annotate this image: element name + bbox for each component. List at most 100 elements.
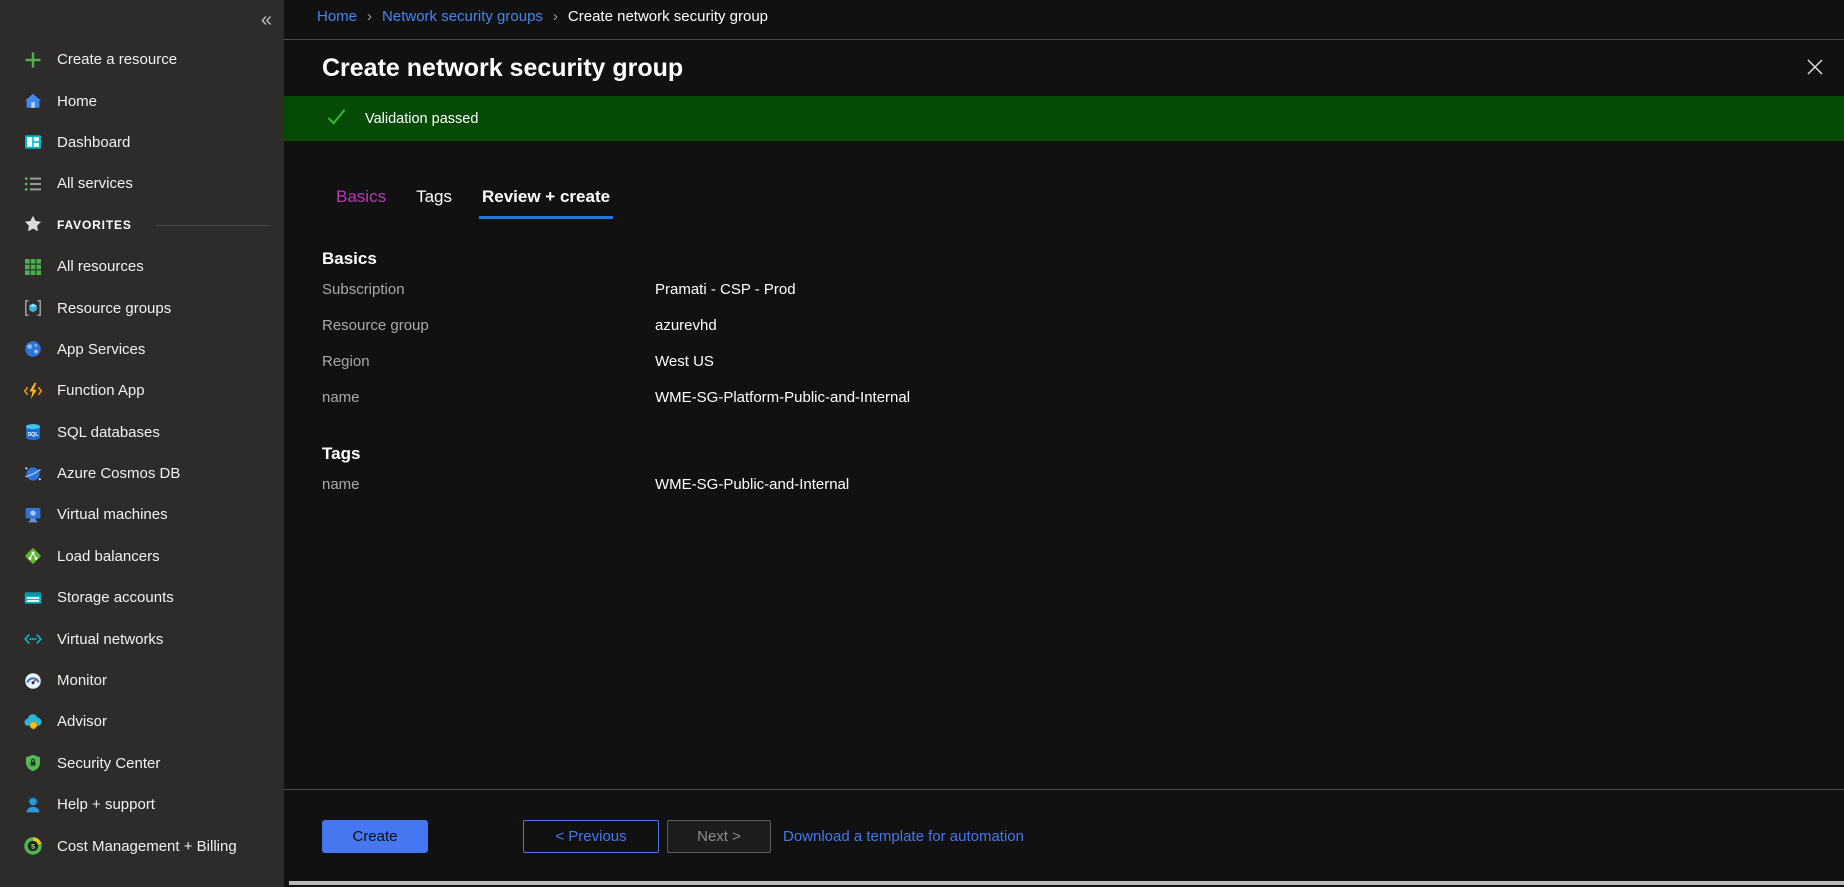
plus-icon (23, 50, 43, 70)
row-value: West US (655, 353, 714, 370)
sidebar-item-label: Resource groups (57, 300, 171, 317)
sidebar-item-label: Dashboard (57, 134, 130, 151)
sidebar-item-label: App Services (57, 341, 145, 358)
sidebar-collapse-button[interactable]: « (257, 8, 276, 32)
validation-message: Validation passed (365, 111, 478, 127)
sidebar-item-all-services[interactable]: All services (0, 163, 284, 204)
tags-section-heading: Tags (322, 441, 1804, 466)
create-button[interactable]: Create (322, 820, 428, 853)
previous-button[interactable]: < Previous (523, 820, 659, 853)
review-row-subscription: Subscription Pramati - CSP - Prod (322, 271, 1804, 307)
sidebar-item-label: All resources (57, 258, 144, 275)
sidebar-item-label: Storage accounts (57, 589, 174, 606)
home-icon (23, 91, 43, 111)
tab-tags[interactable]: Tags (413, 187, 455, 219)
row-label: name (322, 476, 655, 493)
load-balancer-icon (23, 546, 43, 566)
sidebar-item-cost-management-billing[interactable]: $ Cost Management + Billing (0, 825, 284, 866)
sidebar-nav: Create a resource Home Dashboard All ser… (0, 39, 284, 867)
app-services-icon (23, 339, 43, 359)
storage-icon (23, 588, 43, 608)
sidebar-item-label: Help + support (57, 796, 155, 813)
virtual-network-icon (23, 629, 43, 649)
sidebar-item-azure-cosmos-db[interactable]: Azure Cosmos DB (0, 453, 284, 494)
sidebar-item-label: Home (57, 93, 97, 110)
sidebar-item-label: Security Center (57, 755, 160, 772)
tab-review-create[interactable]: Review + create (479, 187, 613, 219)
tab-basics[interactable]: Basics (333, 187, 389, 219)
sql-database-icon: SQL (23, 422, 43, 442)
review-summary: Basics Subscription Pramati - CSP - Prod… (322, 246, 1804, 502)
page-title: Create network security group (322, 54, 683, 83)
advisor-icon (23, 712, 43, 732)
virtual-machine-icon (23, 505, 43, 525)
list-icon (23, 174, 43, 194)
sidebar-item-load-balancers[interactable]: Load balancers (0, 536, 284, 577)
sidebar-item-all-resources[interactable]: All resources (0, 246, 284, 287)
help-support-icon (23, 795, 43, 815)
sidebar-item-sql-databases[interactable]: SQL SQL databases (0, 412, 284, 453)
next-button[interactable]: Next > (667, 820, 771, 853)
footer: Create < Previous Next > Download a temp… (284, 789, 1844, 882)
review-row-name: name WME-SG-Platform-Public-and-Internal (322, 379, 1804, 415)
sidebar-item-advisor[interactable]: Advisor (0, 701, 284, 742)
row-value: WME-SG-Platform-Public-and-Internal (655, 389, 910, 406)
sidebar-item-label: Monitor (57, 672, 107, 689)
sidebar-item-label: Virtual machines (57, 506, 168, 523)
sidebar-item-label: Virtual networks (57, 631, 163, 648)
sidebar-item-resource-groups[interactable]: Resource groups (0, 287, 284, 328)
dashboard-icon (23, 132, 43, 152)
monitor-icon (23, 671, 43, 691)
sidebar-item-monitor[interactable]: Monitor (0, 660, 284, 701)
sidebar-item-security-center[interactable]: Security Center (0, 743, 284, 784)
basics-section-heading: Basics (322, 246, 1804, 271)
sidebar-section-label: FAVORITES (57, 218, 132, 232)
sidebar-item-function-app[interactable]: Function App (0, 370, 284, 411)
breadcrumb-separator-icon: › (553, 8, 558, 25)
star-icon (23, 214, 43, 237)
sidebar-section-favorites: FAVORITES (0, 205, 284, 246)
sidebar-item-virtual-machines[interactable]: Virtual machines (0, 494, 284, 535)
sidebar-item-label: Function App (57, 382, 145, 399)
row-label: Subscription (322, 281, 655, 298)
row-value: azurevhd (655, 317, 717, 334)
close-icon (1806, 58, 1824, 79)
sidebar-item-label: SQL databases (57, 424, 160, 441)
breadcrumb-home-link[interactable]: Home (317, 8, 357, 25)
breadcrumb: Home › Network security groups › Create … (284, 0, 1844, 40)
sidebar-item-home[interactable]: Home (0, 80, 284, 121)
sidebar-item-app-services[interactable]: App Services (0, 329, 284, 370)
sidebar-item-storage-accounts[interactable]: Storage accounts (0, 577, 284, 618)
review-row-resource-group: Resource group azurevhd (322, 307, 1804, 343)
window-bottom-edge (289, 881, 1844, 885)
row-label: name (322, 389, 655, 406)
sidebar: « Create a resource Home Dashboard All s… (0, 0, 284, 887)
row-value: WME-SG-Public-and-Internal (655, 476, 849, 493)
review-row-tag-name: name WME-SG-Public-and-Internal (322, 466, 1804, 502)
validation-banner: Validation passed (284, 96, 1844, 141)
download-template-link[interactable]: Download a template for automation (783, 828, 1024, 845)
close-button[interactable] (1802, 54, 1828, 83)
sidebar-item-label: Advisor (57, 713, 107, 730)
svg-text:$: $ (31, 844, 35, 851)
sidebar-item-dashboard[interactable]: Dashboard (0, 122, 284, 163)
sidebar-item-create-a-resource[interactable]: Create a resource (0, 39, 284, 80)
azure-portal: « Create a resource Home Dashboard All s… (0, 0, 1844, 887)
grid-icon (23, 257, 43, 277)
svg-text:SQL: SQL (27, 432, 39, 438)
sidebar-item-label: All services (57, 175, 133, 192)
review-row-region: Region West US (322, 343, 1804, 379)
main-panel: Home › Network security groups › Create … (284, 0, 1844, 887)
sidebar-item-label: Create a resource (57, 51, 177, 68)
tab-bar: Basics Tags Review + create (333, 187, 613, 219)
security-center-icon (23, 753, 43, 773)
sidebar-item-virtual-networks[interactable]: Virtual networks (0, 618, 284, 659)
function-app-icon (23, 381, 43, 401)
cost-management-icon: $ (23, 836, 43, 856)
breadcrumb-network-security-groups-link[interactable]: Network security groups (382, 8, 543, 25)
sidebar-item-help-support[interactable]: Help + support (0, 784, 284, 825)
panel-header: Create network security group (284, 40, 1844, 96)
check-icon (325, 105, 348, 133)
sidebar-item-label: Azure Cosmos DB (57, 465, 180, 482)
breadcrumb-current: Create network security group (568, 8, 768, 25)
